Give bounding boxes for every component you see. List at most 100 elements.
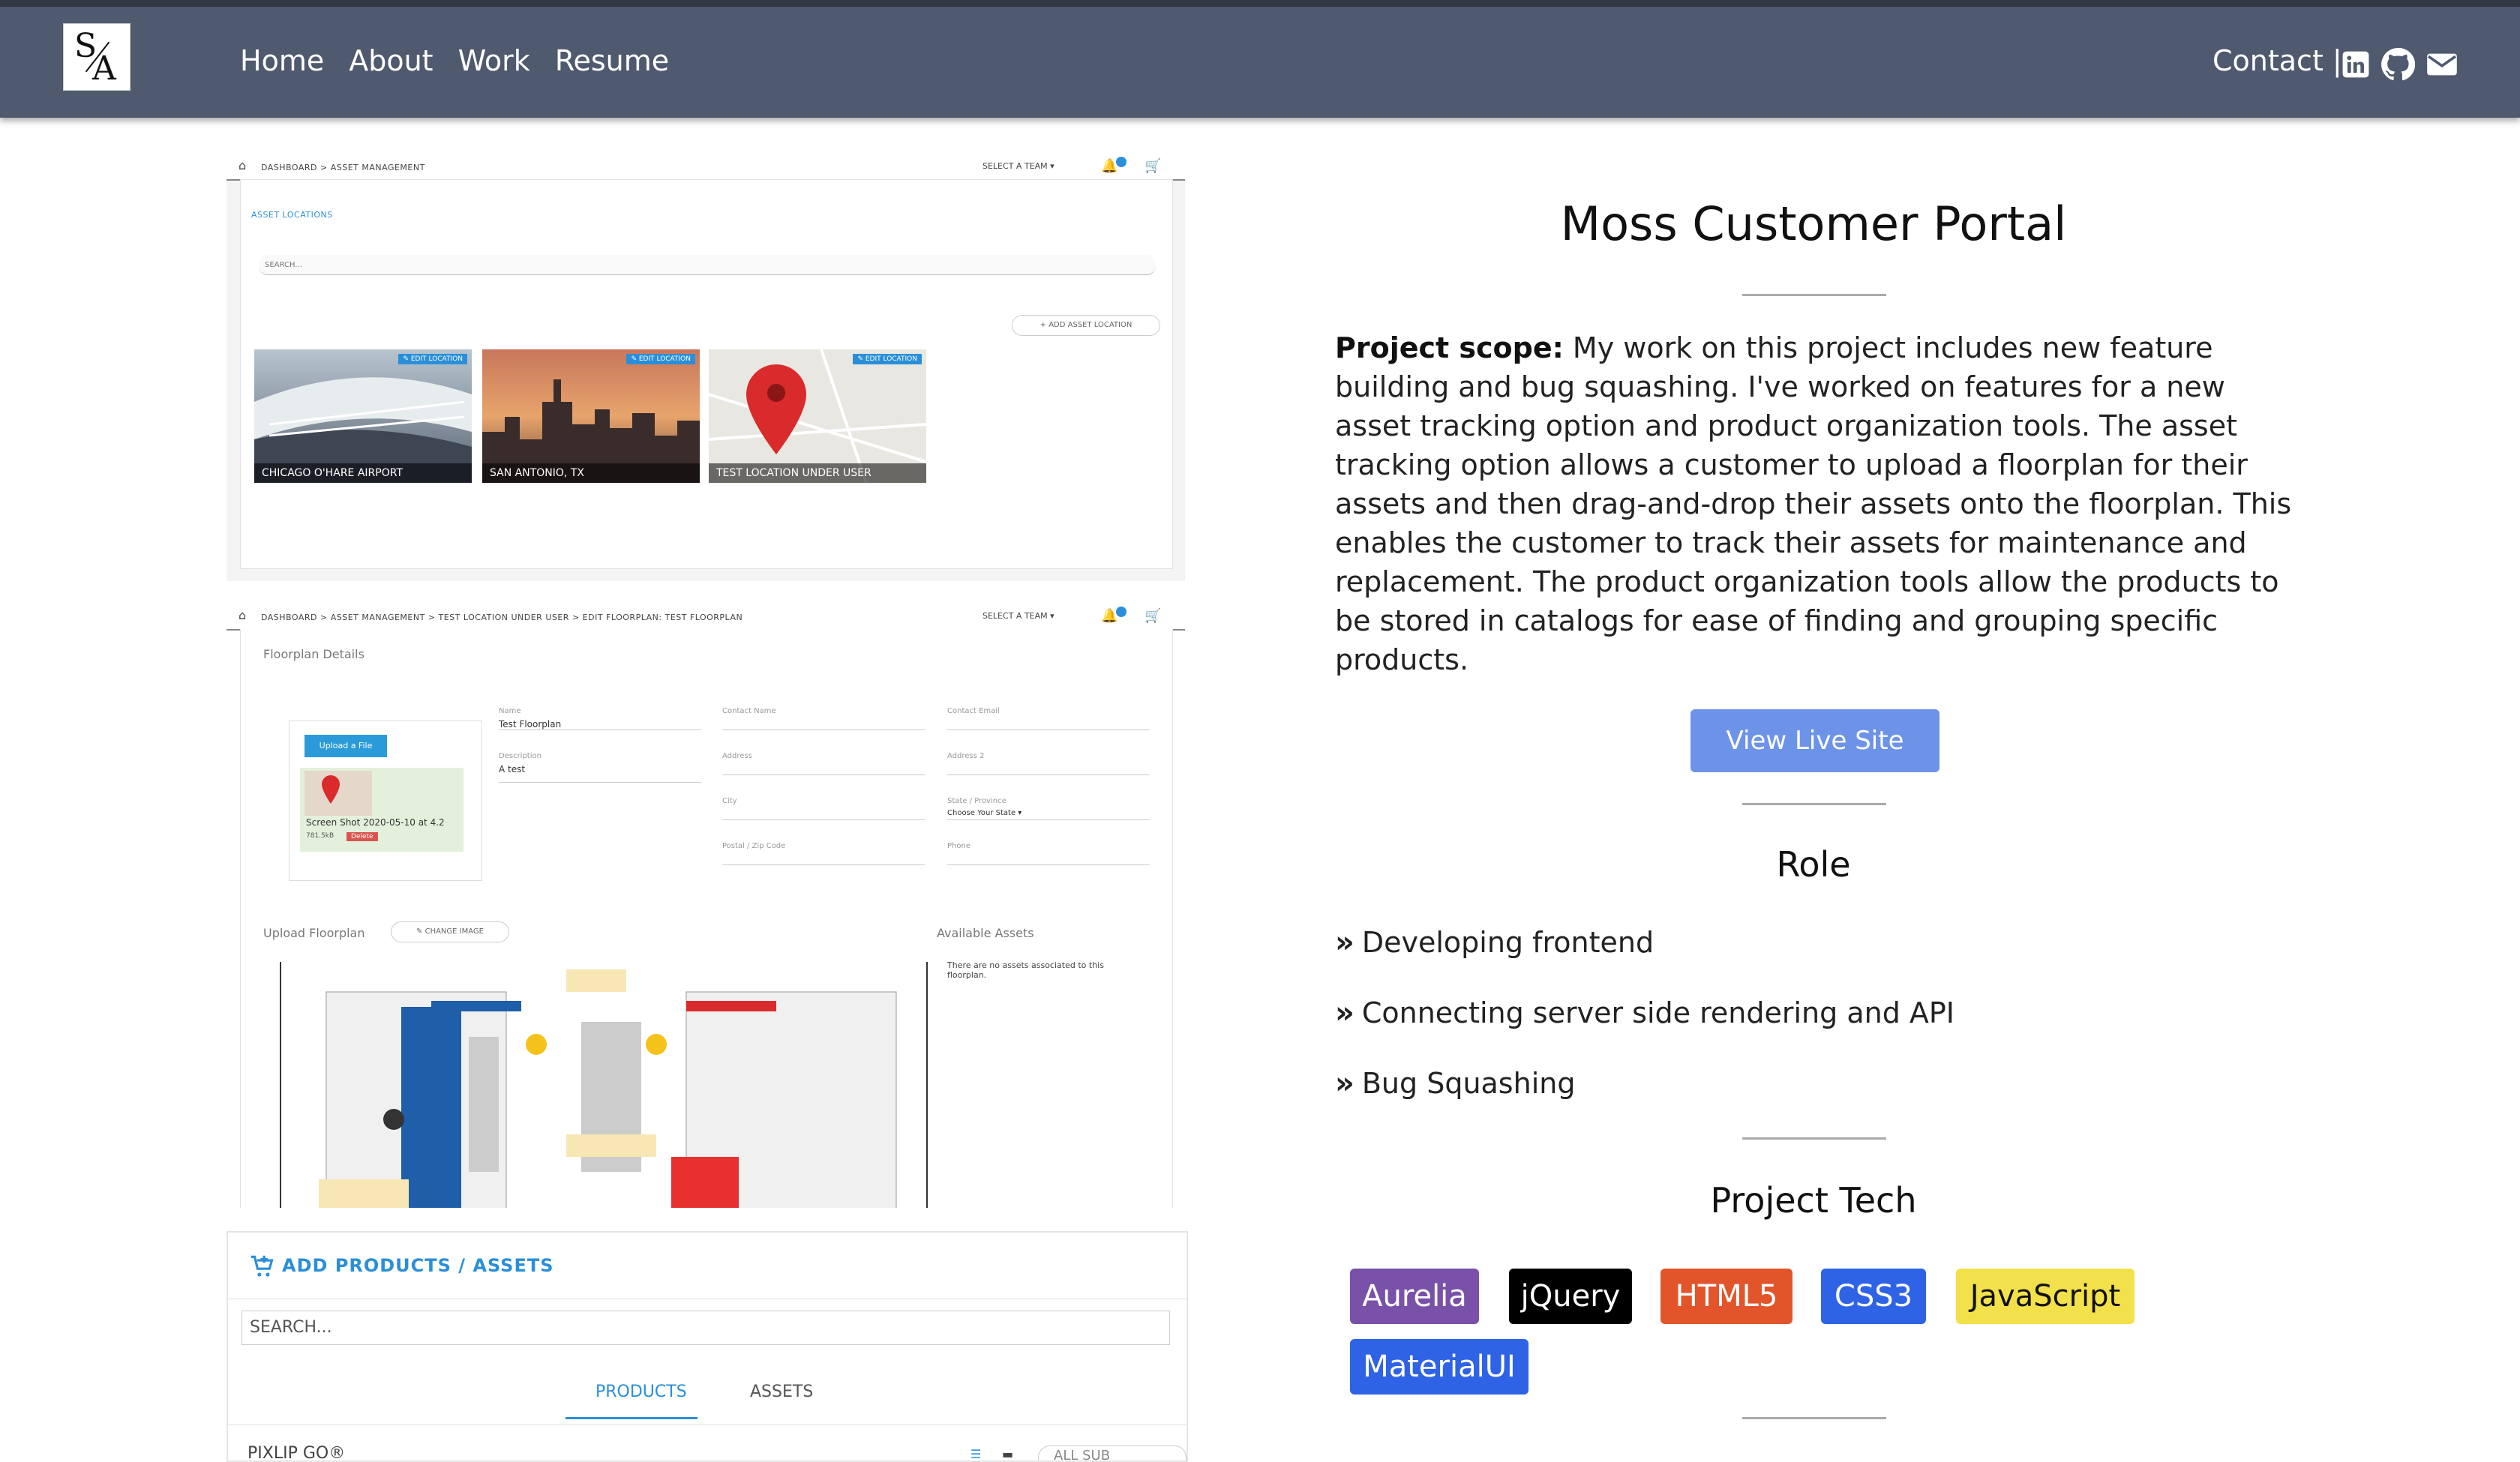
bell-icon: 🔔 [1101,608,1118,624]
divider [1742,294,1886,296]
location-card: ✎ EDIT LOCATION CHICAGO O'HARE AIRPORT [254,349,472,483]
scope-text: My work on this project includes new fea… [1335,331,2292,676]
double-chevron-icon: » [1335,996,1354,1030]
breadcrumb: DASHBOARD > ASSET MANAGEMENT [261,163,425,172]
scope-label: Project scope: [1335,331,1564,364]
airport-floorplan [281,962,926,1208]
location-name: TEST LOCATION UNDER USER [709,463,926,483]
no-assets-message: There are no assets associated to this f… [947,960,1104,980]
city-field: City [722,797,925,820]
file-name: Screen Shot 2020-05-10 at 4.2 [306,817,445,828]
list-item: » Connecting server side rendering and AP… [1335,996,1954,1030]
social-links [2342,47,2458,82]
location-card: ✎ EDIT LOCATION SAN ANTONIO, TX [482,349,700,483]
list-item: » Bug Squashing [1335,1066,1575,1101]
section-title: Floorplan Details [263,647,364,661]
search-placeholder: SEARCH... [250,1318,332,1337]
field-value: A test [499,764,526,774]
field-label: State / Province [947,797,1006,805]
double-chevron-icon: » [1335,1066,1354,1101]
tab-products: PRODUCTS [596,1383,687,1401]
description-field: Description A test [499,752,701,783]
location-card: ✎ EDIT LOCATION TEST LOCATION UNDER USER [709,349,926,483]
field-label: Name [499,707,521,715]
project-title: Moss Customer Portal [1560,196,2067,251]
field-value: Test Floorplan [499,719,562,730]
edit-location-tag: ✎ EDIT LOCATION [853,354,922,364]
name-field: Name Test Floorplan [499,707,701,730]
field-label: Phone [947,842,970,850]
project-tech-heading: Project Tech [1710,1180,1917,1221]
view-live-site-button[interactable]: View Live Site [1690,709,1940,772]
field-label: Postal / Zip Code [722,842,786,850]
nav-home-link[interactable]: Home [240,44,324,77]
phone-field: Phone [947,842,1150,865]
tech-badge-html5: HTML5 [1660,1269,1792,1324]
github-icon[interactable] [2380,47,2415,82]
linkedin-icon[interactable] [2342,50,2370,79]
role-text: Bug Squashing [1361,1067,1576,1100]
nav-resume-link[interactable]: Resume [555,44,669,77]
logo-letter-a: A [92,49,116,88]
state-field: State / Province Choose Your State ▾ [947,797,1150,820]
top-strip [0,0,2520,7]
floorplan-map [280,962,928,1208]
contact-name-field: Contact Name [722,707,925,730]
mail-icon[interactable] [2426,51,2458,78]
upload-file-button: Upload a File [304,735,387,757]
navbar: S A Home About Work Resume Contact | [0,7,2520,118]
field-label: Contact Email [947,707,1000,715]
products-header: ADD PRODUCTS / ASSETS [228,1233,1186,1299]
nav-links: Home About Work Resume [240,44,669,77]
tech-badge-aurelia: Aurelia [1350,1269,1479,1324]
grid-view-icon: ▬ [1002,1447,1014,1461]
notification-dot [1116,607,1126,617]
list-item: » Developing frontend [1335,925,1654,960]
available-assets-label: Available Assets [937,926,1034,940]
sub-catalogs-dropdown: ALL SUB CATALOGS [1038,1446,1186,1461]
tech-badge-materialui: MaterialUI [1350,1339,1528,1395]
products-header-title: ADD PRODUCTS / ASSETS [282,1255,554,1276]
change-image-button: ✎ CHANGE IMAGE [391,921,509,942]
search-placeholder: SEARCH... [265,261,302,269]
home-icon: ⌂ [238,158,247,172]
active-tab-indicator [566,1417,698,1419]
team-select: SELECT A TEAM ▾ [982,611,1054,621]
upload-floorplan-label: Upload Floorplan [263,926,365,940]
location-name: CHICAGO O'HARE AIRPORT [254,463,472,483]
notification-dot [1116,157,1126,167]
breadcrumb-bar: ⌂ DASHBOARD > ASSET MANAGEMENT > TEST LO… [226,604,1185,631]
bell-icon: 🔔 [1101,158,1118,174]
nav-work-link[interactable]: Work [458,44,530,77]
pin-thumb-icon [304,771,372,816]
double-chevron-icon: » [1335,925,1354,960]
add-products-screenshot: ADD PRODUCTS / ASSETS SEARCH... PRODUCTS… [226,1231,1188,1462]
list-view-icon: ☰ [970,1447,982,1461]
cart-icon: 🛒 [1144,158,1162,174]
tab-assets: ASSETS [750,1383,814,1401]
upload-box: Upload a File Screen Shot 2020-05-10 at … [289,721,482,881]
nav-contact-link[interactable]: Contact | [2212,44,2342,77]
site-logo[interactable]: S A [63,23,130,91]
asset-locations-screenshot: ⌂ DASHBOARD > ASSET MANAGEMENT SELECT A … [226,154,1185,581]
field-label: Address [722,752,752,760]
edit-location-tag: ✎ EDIT LOCATION [398,354,467,364]
field-value: Choose Your State ▾ [947,809,1022,817]
tech-badge-javascript: JavaScript [1956,1269,2134,1324]
breadcrumb: DASHBOARD > ASSET MANAGEMENT > TEST LOCA… [261,613,743,622]
cart-add-icon [250,1255,274,1277]
role-text: Developing frontend [1361,926,1654,959]
nav-about-link[interactable]: About [349,44,433,77]
role-text: Connecting server side rendering and API [1361,996,1955,1029]
field-label: Description [499,752,542,760]
home-icon: ⌂ [238,608,247,622]
field-label: Address 2 [947,752,985,760]
file-size: 781.5kB [306,832,334,840]
section-title: ASSET LOCATIONS [251,210,333,220]
divider [1742,803,1886,805]
tech-badge-css3: CSS3 [1821,1269,1926,1324]
edit-location-tag: ✎ EDIT LOCATION [626,354,695,364]
search-bar: SEARCH... [259,255,1156,275]
add-location-button: + ADD ASSET LOCATION [1012,315,1160,336]
divider [1742,1137,1886,1140]
